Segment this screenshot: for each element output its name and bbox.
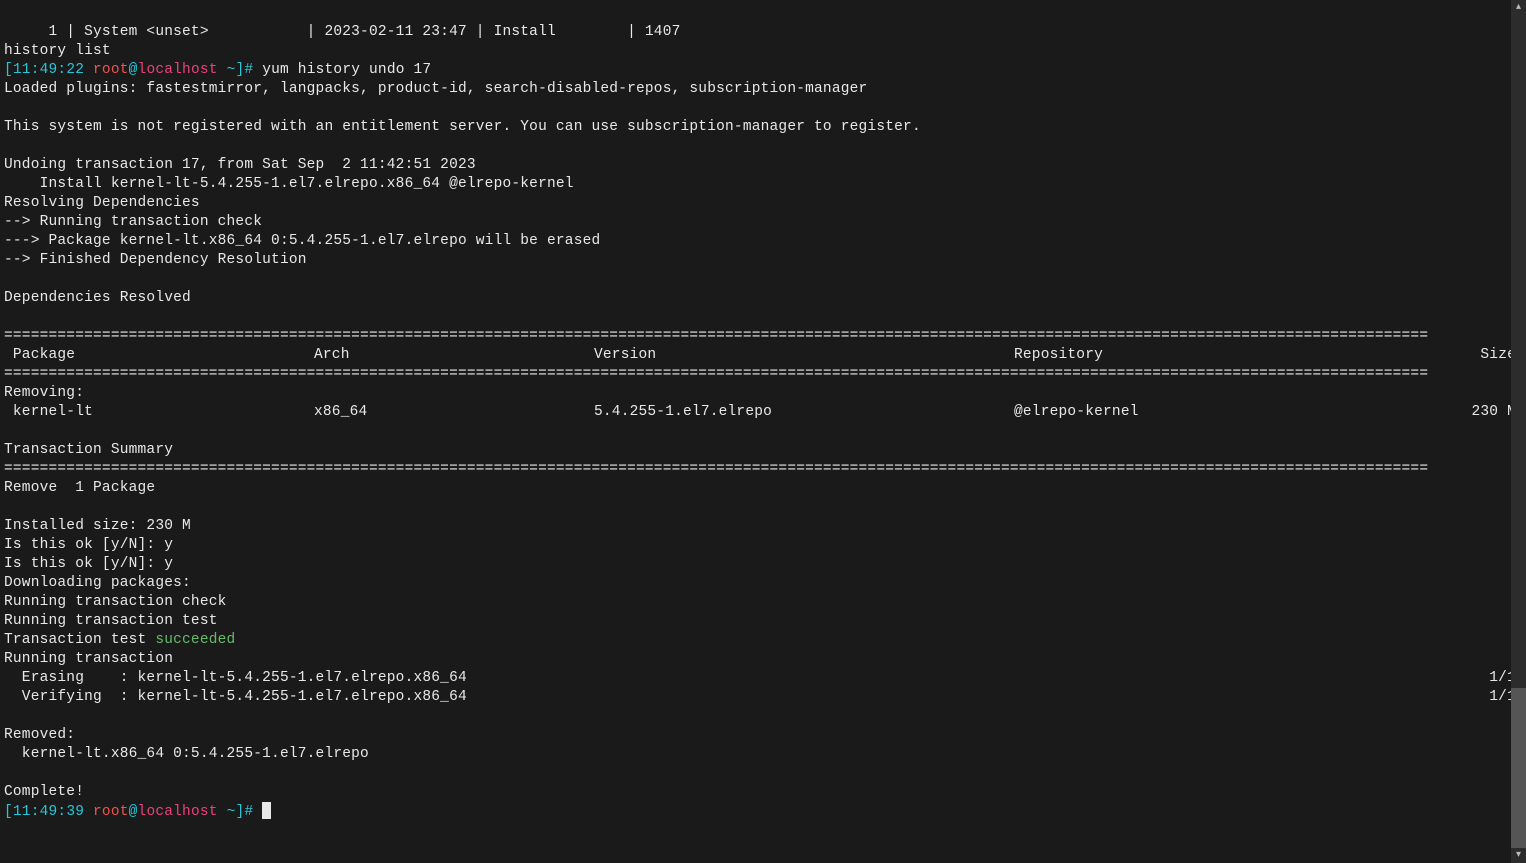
out-l6: Install kernel-lt-5.4.255-1.el7.elrepo.x… [4,176,574,192]
separator: ========================================… [4,366,1428,382]
out-l3: This system is not registered with an en… [4,119,921,135]
removed-pkg: kernel-lt.x86_64 0:5.4.255-1.el7.elrepo [4,746,369,762]
cursor [262,802,271,819]
out-l8: --> Running transaction check [4,214,262,230]
out-l9: ---> Package kernel-lt.x86_64 0:5.4.255-… [4,233,600,249]
verifying-row: Verifying : kernel-lt-5.4.255-1.el7.elre… [4,688,1522,707]
complete: Complete! [4,784,84,800]
scroll-down-icon[interactable]: ▾ [1511,848,1526,863]
out-l5: Undoing transaction 17, from Sat Sep 2 1… [4,157,476,173]
out-l10: --> Finished Dependency Resolution [4,252,307,268]
post-l4: Downloading packages: [4,575,191,591]
removed-label: Removed: [4,727,75,743]
separator: ========================================… [4,461,1428,477]
table-row: kernel-ltx86_645.4.255-1.el7.elrepo@elre… [4,403,1522,422]
history-list: history list [4,43,111,59]
post-l7: Transaction test succeeded [4,632,235,648]
post-l1: Installed size: 230 M [4,518,191,534]
terminal-output[interactable]: 1 | System <unset> | 2023-02-11 23:47 | … [0,0,1526,826]
out-l7: Resolving Dependencies [4,195,200,211]
table-header: PackageArchVersionRepositorySize [4,346,1522,365]
post-l3: Is this ok [y/N]: y [4,556,173,572]
post-l8: Running transaction [4,651,173,667]
separator: ========================================… [4,328,1428,344]
out-l12: Dependencies Resolved [4,290,191,306]
prompt-line-2[interactable]: [11:49:39 root@localhost ~]# [4,804,271,820]
post-l5: Running transaction check [4,594,227,610]
erasing-row: Erasing : kernel-lt-5.4.255-1.el7.elrepo… [4,669,1522,688]
post-l6: Running transaction test [4,613,218,629]
removing-label: Removing: [4,385,84,401]
remove-count: Remove 1 Package [4,480,155,496]
prompt-line-1: [11:49:22 root@localhost ~]# yum history… [4,62,431,78]
transaction-summary-label: Transaction Summary [4,442,173,458]
scroll-up-icon[interactable]: ▴ [1511,0,1526,15]
history-row: 1 | System <unset> | 2023-02-11 23:47 | … [4,24,681,40]
post-l2: Is this ok [y/N]: y [4,537,173,553]
out-l1: Loaded plugins: fastestmirror, langpacks… [4,81,867,97]
vertical-scrollbar[interactable]: ▴ ▾ [1511,0,1526,863]
scroll-thumb[interactable] [1511,688,1526,848]
